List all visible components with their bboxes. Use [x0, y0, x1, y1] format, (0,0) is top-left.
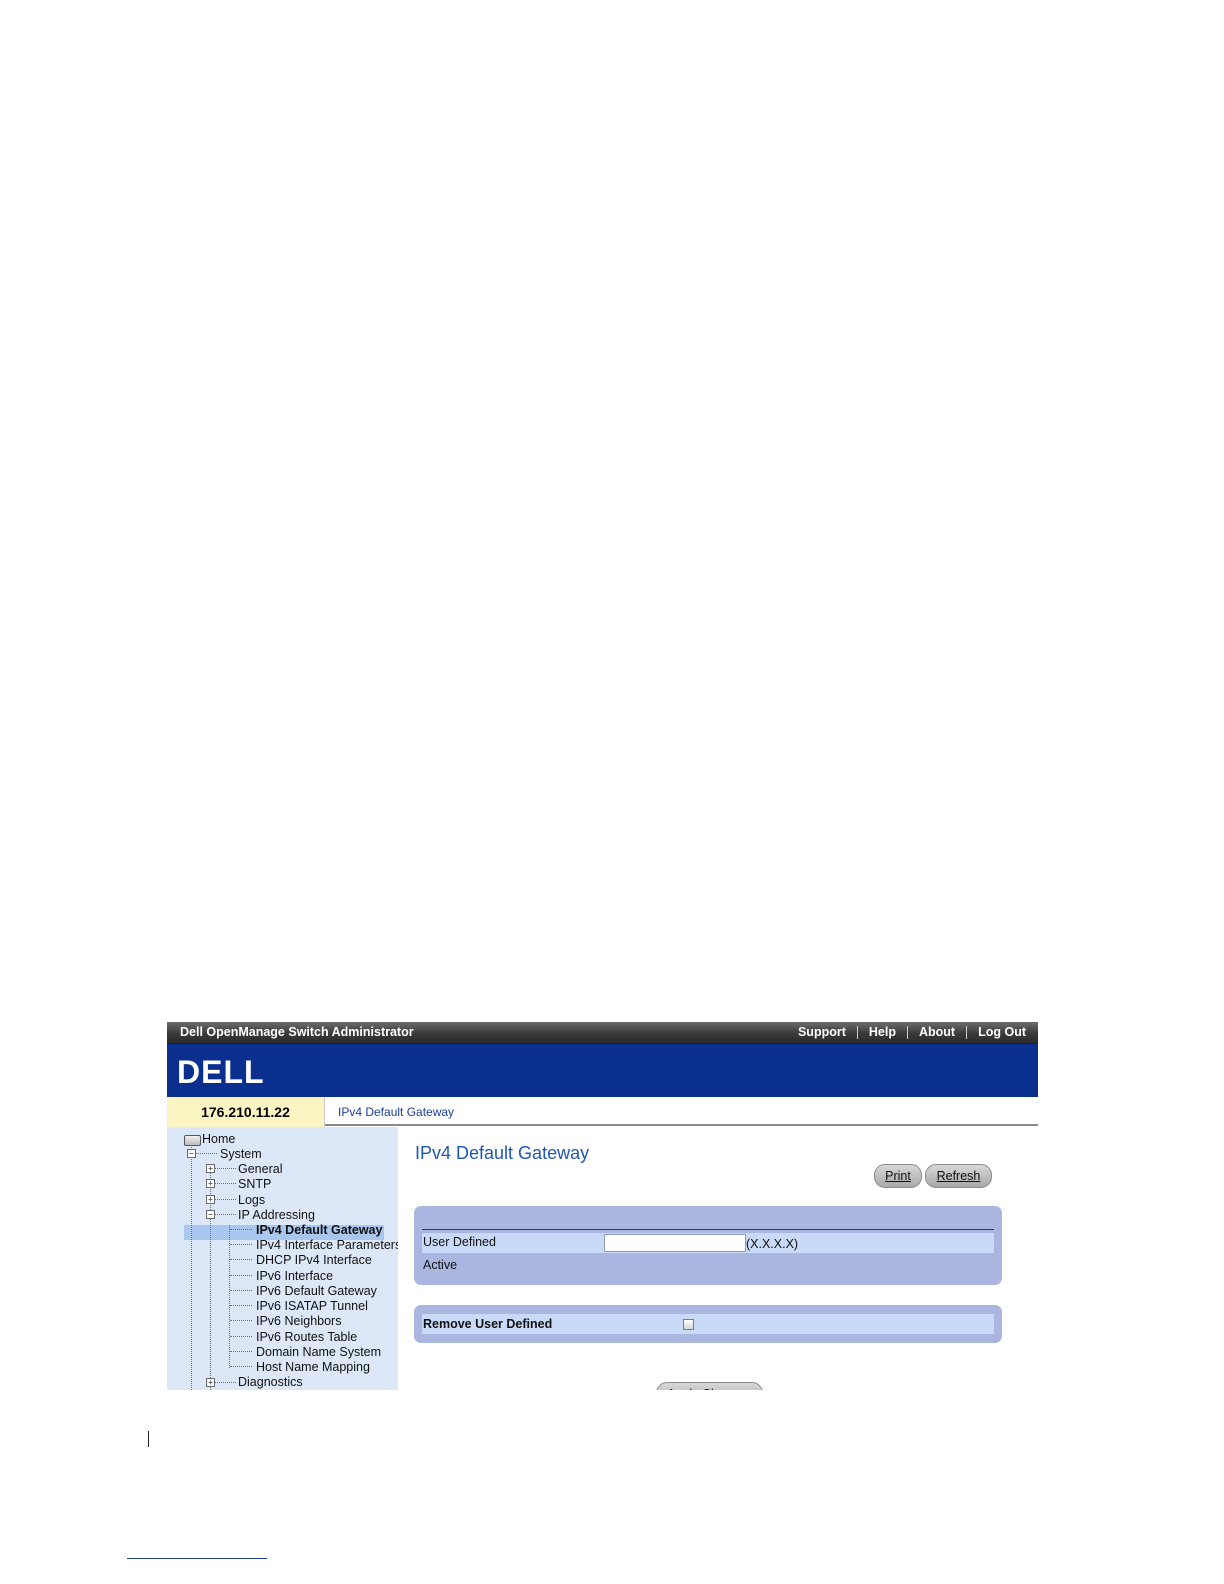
user-defined-row: User Defined (X.X.X.X) — [422, 1233, 994, 1253]
nav-item-ipv6-interface[interactable]: IPv6 Interface — [256, 1269, 333, 1284]
tree-line — [230, 1351, 252, 1352]
nav-item-ipv4-interface-parameters[interactable]: IPv4 Interface Parameters — [256, 1238, 398, 1253]
active-label: Active — [423, 1258, 458, 1272]
collapse-icon[interactable]: − — [206, 1210, 215, 1219]
expand-icon[interactable]: + — [206, 1195, 215, 1204]
remove-user-defined-row: Remove User Defined — [422, 1314, 994, 1334]
nav-item-diagnostics[interactable]: Diagnostics — [238, 1375, 303, 1390]
tree-line — [191, 1142, 192, 1390]
nav-item-ip-addressing[interactable]: IP Addressing — [238, 1208, 315, 1223]
main-content: IPv4 Default Gateway Print Refresh User … — [398, 1127, 1038, 1390]
nav-item-home[interactable]: Home — [202, 1132, 235, 1147]
panel-divider — [422, 1229, 994, 1230]
tree-line — [214, 1168, 236, 1169]
nav-item-ipv6-default-gateway[interactable]: IPv6 Default Gateway — [256, 1284, 377, 1299]
nav-tree: Home − System + General + SNTP + Logs − … — [167, 1127, 398, 1390]
gateway-panel: User Defined (X.X.X.X) Active — [414, 1206, 1002, 1285]
tree-line — [230, 1229, 252, 1230]
nav-item-system[interactable]: System — [220, 1147, 262, 1162]
expand-icon[interactable]: + — [206, 1179, 215, 1188]
tree-line — [230, 1366, 252, 1367]
nav-item-ipv4-default-gateway[interactable]: IPv4 Default Gateway — [256, 1223, 382, 1238]
ip-format-hint: (X.X.X.X) — [746, 1237, 799, 1251]
footer-rule — [127, 1558, 267, 1559]
breadcrumb-divider — [325, 1124, 1038, 1126]
breadcrumb-current: IPv4 Default Gateway — [338, 1105, 455, 1119]
print-button[interactable]: Print — [874, 1164, 922, 1188]
tree-line — [230, 1244, 252, 1245]
apply-changes-button[interactable]: Apply Changes — [656, 1382, 763, 1390]
nav-item-sntp[interactable]: SNTP — [238, 1177, 271, 1192]
logout-link[interactable]: Log Out — [967, 1022, 1026, 1043]
tree-line — [230, 1336, 252, 1337]
tree-line — [229, 1225, 230, 1368]
expand-icon[interactable]: + — [206, 1378, 215, 1387]
tree-line — [230, 1275, 252, 1276]
user-defined-input[interactable] — [604, 1234, 746, 1252]
home-icon — [184, 1135, 201, 1146]
refresh-button[interactable]: Refresh — [925, 1164, 992, 1188]
tree-line — [230, 1290, 252, 1291]
tree-line — [195, 1153, 217, 1154]
nav-item-logs[interactable]: Logs — [238, 1193, 265, 1208]
nav-item-dhcp-ipv4-interface[interactable]: DHCP IPv4 Interface — [256, 1253, 372, 1268]
nav-item-ipv6-routes-table[interactable]: IPv6 Routes Table — [256, 1330, 357, 1345]
dell-logo: DELL — [177, 1054, 265, 1088]
collapse-icon[interactable]: − — [187, 1149, 196, 1158]
tree-line — [214, 1214, 236, 1215]
tree-line — [214, 1183, 236, 1184]
margin-change-bar — [148, 1431, 149, 1447]
page-title: IPv4 Default Gateway — [415, 1143, 590, 1163]
top-links: Support Help About Log Out — [787, 1022, 1026, 1043]
app-title: Dell OpenManage Switch Administrator — [180, 1025, 414, 1039]
about-link[interactable]: About — [908, 1022, 966, 1043]
title-bar: Dell OpenManage Switch Administrator Sup… — [167, 1022, 1038, 1044]
tree-line — [214, 1382, 236, 1383]
user-defined-label: User Defined — [423, 1235, 496, 1249]
remove-panel: Remove User Defined — [414, 1305, 1002, 1343]
brand-banner: DELL — [167, 1044, 1038, 1097]
tree-line — [214, 1199, 236, 1200]
tree-line — [230, 1305, 252, 1306]
nav-item-host-name-mapping[interactable]: Host Name Mapping — [256, 1360, 370, 1375]
tree-line — [230, 1259, 252, 1260]
nav-item-general[interactable]: General — [238, 1162, 282, 1177]
remove-user-defined-label: Remove User Defined — [423, 1317, 553, 1331]
app-screenshot: Dell OpenManage Switch Administrator Sup… — [167, 1022, 1038, 1390]
nav-item-domain-name-system[interactable]: Domain Name System — [256, 1345, 381, 1360]
device-ip: 176.210.11.22 — [167, 1097, 325, 1127]
svg-text:DELL: DELL — [177, 1054, 265, 1088]
expand-icon[interactable]: + — [206, 1164, 215, 1173]
tree-line — [230, 1320, 252, 1321]
remove-user-defined-checkbox[interactable] — [683, 1319, 694, 1330]
help-link[interactable]: Help — [858, 1022, 907, 1043]
support-link[interactable]: Support — [787, 1022, 857, 1043]
nav-item-ipv6-isatap-tunnel[interactable]: IPv6 ISATAP Tunnel — [256, 1299, 368, 1314]
nav-item-ipv6-neighbors[interactable]: IPv6 Neighbors — [256, 1314, 341, 1329]
